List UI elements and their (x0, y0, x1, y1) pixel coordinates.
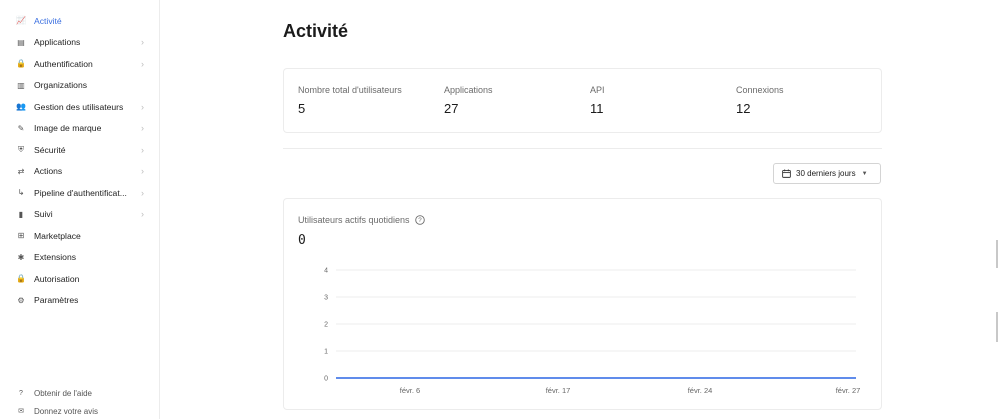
applications-icon: ▤ (17, 37, 25, 47)
authentication-lock-icon: 🔒 (16, 59, 26, 69)
sidebar-item-12[interactable]: 🔒 Autorisation (0, 268, 160, 290)
security-shield-icon: ⛨ (18, 144, 24, 154)
section-divider (283, 148, 882, 149)
page-title: Activité (283, 21, 349, 41)
sidebar-item-9[interactable]: ▮ Suivi › (0, 204, 160, 226)
y-tick-label: 1 (324, 349, 328, 356)
sidebar-item-2[interactable]: 🔒 Authentification › (0, 53, 160, 75)
branding-pen-icon: ✎ (17, 123, 25, 133)
y-tick-label: 0 (324, 376, 328, 383)
sidebar-item-label: Suivi (34, 209, 53, 220)
feedback-icon: ✉ (18, 408, 24, 415)
sidebar-item-label: Sécurité (34, 144, 66, 155)
sidebar-item-label: Extensions (34, 252, 77, 263)
chart-title: Utilisateurs actifs quotidiens (298, 215, 410, 225)
stat-applications: Applications 27 (444, 85, 493, 116)
chevron-right-icon: › (141, 144, 144, 155)
settings-gear-icon: ⚙ (17, 295, 25, 305)
sidebar-item-6[interactable]: ⛨ Sécurité › (0, 139, 160, 161)
chevron-right-icon: › (141, 58, 144, 69)
x-tick-label: févr. 6 (400, 386, 420, 395)
chart-value: 0 (298, 233, 306, 248)
extensions-icon: ✱ (17, 252, 25, 262)
stat-api: API 11 (590, 85, 605, 116)
footer-item-0[interactable]: ? Obtenir de l'aide (0, 384, 160, 402)
sidebar-item-7[interactable]: ⇄ Actions › (0, 161, 160, 183)
stat-label: Connexions (736, 85, 784, 95)
users-icon: 👥 (16, 102, 26, 112)
sidebar-item-label: Organizations (34, 80, 88, 91)
sidebar-nav: 📈 Activité ▤ Applications › 🔒 Authentification… (0, 10, 160, 311)
footer-item-1[interactable]: ✉ Donnez votre avis (0, 402, 160, 419)
scrollbar-edge[interactable] (996, 312, 998, 342)
chevron-right-icon: › (141, 101, 144, 112)
help-circle-icon: ? (19, 389, 23, 397)
sidebar-item-5[interactable]: ✎ Image de marque › (0, 118, 160, 140)
x-tick-label: févr. 27 (836, 386, 861, 395)
chevron-right-icon: › (141, 123, 144, 134)
y-tick-label: 2 (324, 322, 328, 329)
stat-value: 11 (590, 101, 604, 116)
activity-chart-icon: 📈 (16, 16, 26, 26)
daily-active-users-card: 0 1 2 3 4 févr. 6 févr. 17 févr. 24 févr. 27 Uti… (283, 198, 882, 410)
chart-title-row: Utilisateurs actifs quotidiens ? (298, 215, 425, 225)
date-range-label: 30 derniers jours (796, 169, 856, 178)
actions-icon: ⇄ (17, 166, 25, 176)
help-icon[interactable]: ? (414, 215, 425, 225)
date-range-dropdown[interactable]: 30 derniers jours ▼ (773, 163, 881, 184)
sidebar-item-13[interactable]: ⚙ Paramètres (0, 290, 160, 312)
chevron-down-icon: ▼ (861, 170, 868, 177)
sidebar-item-label: Gestion des utilisateurs (34, 101, 124, 112)
monitoring-bars-icon: ▮ (18, 209, 24, 219)
sidebar-item-label: Applications (34, 37, 81, 48)
chevron-right-icon: › (141, 37, 144, 48)
sidebar-item-1[interactable]: ▤ Applications › (0, 32, 160, 54)
sidebar-item-0[interactable]: 📈 Activité (0, 10, 160, 32)
chevron-right-icon: › (141, 187, 144, 198)
sidebar-item-8[interactable]: ↳ Pipeline d'authentificat... › (0, 182, 160, 204)
stat-label: Nombre total d'utilisateurs (298, 85, 402, 95)
chevron-right-icon: › (141, 166, 144, 177)
sidebar-item-label: Marketplace (34, 230, 81, 241)
footer-item-label: Donnez votre avis (34, 406, 99, 416)
sidebar-item-3[interactable]: ▥ Organizations (0, 75, 160, 97)
scrollbar-edge[interactable] (996, 240, 998, 268)
stat-connections: Connexions 12 (736, 85, 784, 116)
marketplace-grid-icon: ⊞ (17, 231, 25, 241)
sidebar-item-label: Authentification (34, 58, 93, 69)
sidebar-item-label: Pipeline d'authentificat... (34, 187, 127, 198)
sidebar-item-10[interactable]: ⊞ Marketplace (0, 225, 160, 247)
sidebar-item-4[interactable]: 👥 Gestion des utilisateurs › (0, 96, 160, 118)
footer-item-label: Obtenir de l'aide (34, 388, 93, 398)
stat-total-users: Nombre total d'utilisateurs 5 (298, 85, 402, 116)
chevron-right-icon: › (141, 209, 144, 220)
daily-active-users-chart: 0 1 2 3 4 févr. 6 févr. 17 févr. 24 févr. 27 (324, 268, 861, 396)
sidebar-footer: ? Obtenir de l'aide ✉ Donnez votre avis (0, 384, 160, 419)
organizations-icon: ▥ (17, 80, 25, 90)
x-tick-label: févr. 17 (546, 386, 571, 395)
sidebar-item-label: Image de marque (34, 123, 102, 134)
svg-text:?: ? (418, 217, 422, 224)
sidebar-item-label: Paramètres (34, 295, 79, 306)
y-tick-label: 4 (324, 268, 328, 275)
sidebar-item-label: Autorisation (34, 273, 80, 284)
sidebar-item-label: Activité (34, 15, 62, 26)
sidebar-item-11[interactable]: ✱ Extensions (0, 247, 160, 269)
y-tick-label: 3 (324, 295, 328, 302)
pipeline-icon: ↳ (17, 188, 25, 198)
authorization-lock-icon: 🔒 (16, 274, 26, 284)
stat-value: 27 (444, 101, 459, 116)
stat-label: API (590, 85, 605, 95)
stat-value: 12 (736, 101, 751, 116)
stats-card: Nombre total d'utilisateurs 5 Applicatio… (283, 68, 882, 133)
stat-label: Applications (444, 85, 493, 95)
stat-value: 5 (298, 101, 306, 116)
calendar-icon (782, 169, 791, 178)
sidebar: 📈 Activité ▤ Applications › 🔒 Authentification… (0, 0, 160, 419)
x-tick-label: févr. 24 (688, 386, 713, 395)
sidebar-item-label: Actions (34, 166, 63, 177)
